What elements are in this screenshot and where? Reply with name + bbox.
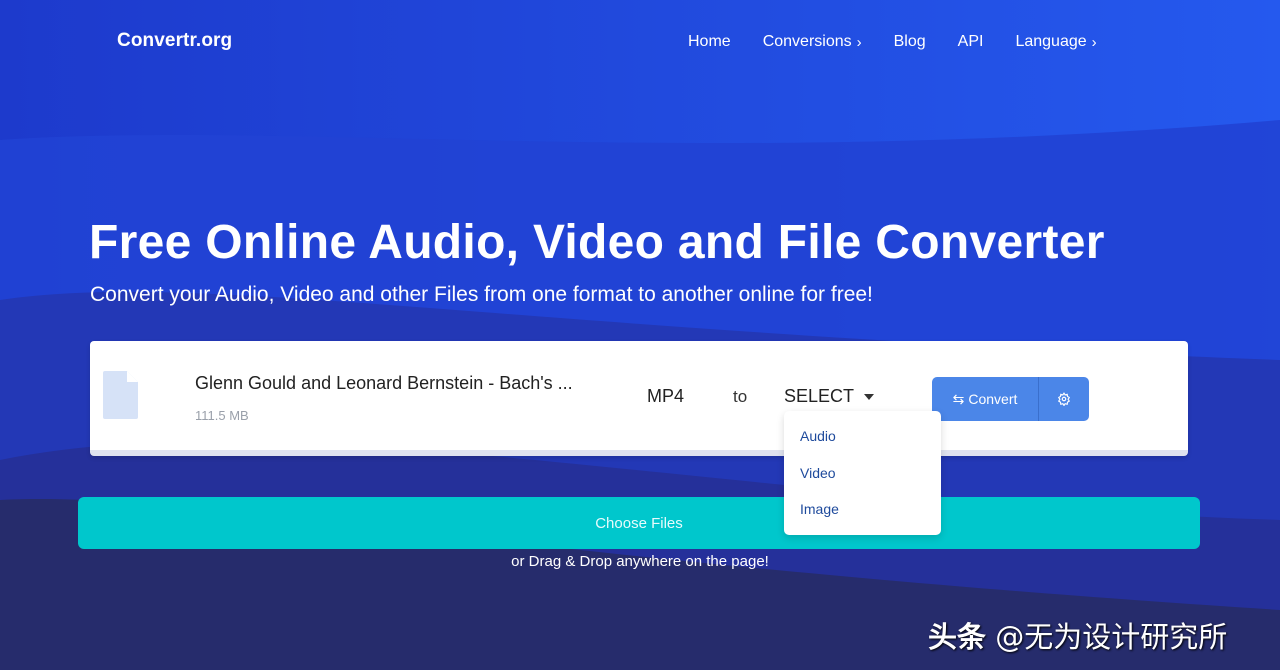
choose-files-button[interactable]: Choose Files <box>78 497 1200 549</box>
page-title: Free Online Audio, Video and File Conver… <box>89 216 1105 269</box>
format-dropdown-menu: Audio Video Image <box>784 411 941 535</box>
nav-api[interactable]: API <box>958 33 984 51</box>
convert-button-group: ⇆ Convert <box>932 377 1089 421</box>
chevron-right-icon: › <box>856 33 862 51</box>
nav-conversions[interactable]: Conversions › <box>763 33 862 51</box>
source-format: MP4 <box>647 386 685 406</box>
nav-blog[interactable]: Blog <box>894 33 926 51</box>
nav-home[interactable]: Home <box>688 33 731 51</box>
file-icon <box>103 371 138 419</box>
file-card: Glenn Gould and Leonard Bernstein - Bach… <box>90 341 1188 456</box>
nav-language-label: Language <box>1015 33 1087 50</box>
watermark: 头条 @无为设计研究所 <box>928 614 1227 656</box>
nav-home-label: Home <box>688 33 731 50</box>
dropdown-option-audio[interactable]: Audio <box>784 425 941 462</box>
settings-button[interactable] <box>1039 377 1089 421</box>
dropdown-option-image[interactable]: Image <box>784 498 941 535</box>
chevron-right-icon: › <box>1091 33 1097 51</box>
dropdown-option-video[interactable]: Video <box>784 462 941 499</box>
nav-language[interactable]: Language › <box>1015 33 1096 51</box>
logo[interactable]: Convertr.org <box>117 30 232 52</box>
drag-drop-hint: or Drag & Drop anywhere on the page! <box>511 553 769 570</box>
watermark-handle: @无为设计研究所 <box>995 620 1228 654</box>
target-format-select[interactable]: SELECT <box>784 386 875 407</box>
convert-button[interactable]: ⇆ Convert <box>932 377 1039 421</box>
nav-menu: Home Conversions › Blog API Language › <box>688 33 1129 51</box>
nav-blog-label: Blog <box>893 33 926 50</box>
to-label: to <box>733 387 748 406</box>
caret-down-icon <box>864 393 875 400</box>
watermark-prefix: 头条 <box>928 620 987 654</box>
file-name: Glenn Gould and Leonard Bernstein - Bach… <box>195 373 573 393</box>
select-label: SELECT <box>784 386 855 406</box>
file-size: 111.5 MB <box>195 408 249 423</box>
page-subtitle: Convert your Audio, Video and other File… <box>90 283 873 306</box>
convert-label: Convert <box>968 391 1018 407</box>
top-nav: Convertr.org Home Conversions › Blog API … <box>0 0 1280 85</box>
gear-icon <box>1057 392 1071 406</box>
swap-arrows-icon: ⇆ <box>952 390 965 407</box>
nav-conversions-label: Conversions <box>762 33 852 50</box>
nav-api-label: API <box>957 33 984 50</box>
